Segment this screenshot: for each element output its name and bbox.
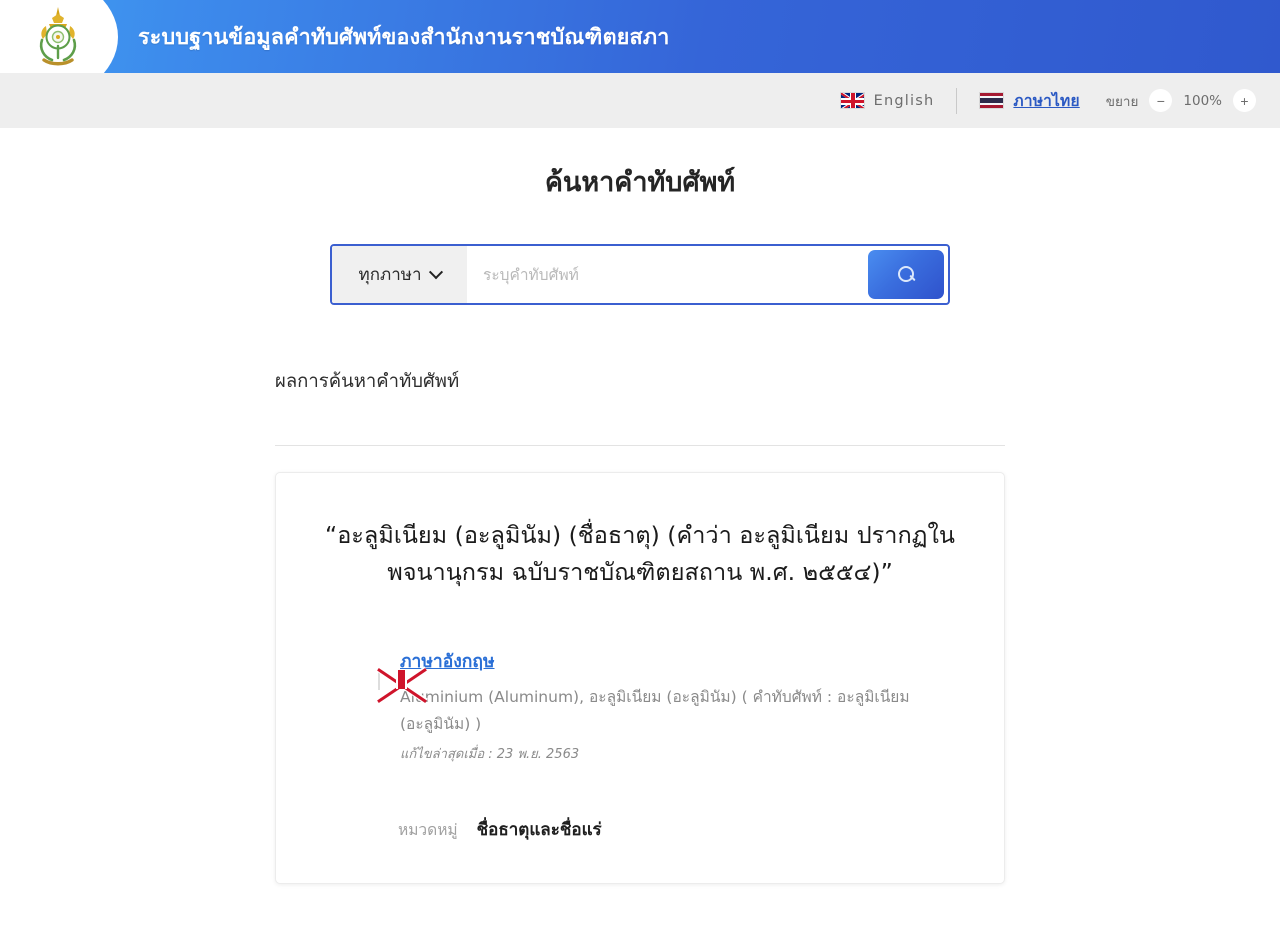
category-label: หมวดหมู่ bbox=[398, 820, 458, 839]
language-option-thai[interactable]: ภาษาไทย bbox=[979, 88, 1080, 113]
search-icon bbox=[897, 266, 915, 283]
entry-updated-date: แก้ไขล่าสุดเมื่อ : 23 พ.ย. 2563 bbox=[400, 746, 580, 762]
zoom-out-button[interactable]: − bbox=[1149, 89, 1173, 112]
language-filter-dropdown[interactable]: ทุกภาษา bbox=[332, 246, 467, 303]
uk-flag-icon bbox=[376, 666, 428, 704]
zoom-in-button[interactable]: + bbox=[1233, 89, 1256, 112]
search-button[interactable] bbox=[868, 250, 944, 299]
thai-flag-icon bbox=[979, 92, 1005, 109]
zoom-label: ขยาย bbox=[1105, 93, 1139, 110]
entry-definition: Aluminium (Aluminum), อะลูมิเนียม (อะลูม… bbox=[400, 688, 910, 734]
entry-title: “อะลูมิเนียม (อะลูมินัม) (ชื่อธาตุ) (คำว… bbox=[325, 521, 955, 587]
entry-flag-wrap bbox=[376, 647, 428, 763]
language-bar: English ภาษาไทย ขยาย − 100% + bbox=[0, 73, 1280, 128]
entry-language-link[interactable]: ภาษาอังกฤษ bbox=[400, 647, 495, 675]
page-title: ค้นหาคำทับศัพท์ bbox=[544, 167, 736, 198]
results-heading: ผลการค้นหาคำทับศัพท์ bbox=[275, 371, 460, 392]
search-box: ทุกภาษา bbox=[330, 244, 950, 305]
search-section: ทุกภาษา bbox=[0, 244, 1280, 305]
header-title: ระบบฐานข้อมูลคำทับศัพท์ของสำนักงานราชบัณ… bbox=[138, 24, 670, 50]
search-input[interactable] bbox=[467, 246, 868, 303]
royal-society-emblem-icon bbox=[22, 4, 94, 70]
language-filter-label: ทุกภาษา bbox=[358, 265, 422, 285]
results-section: ผลการค้นหาคำทับศัพท์ “อะลูมิเนียม (อะลูม… bbox=[275, 305, 1005, 884]
chevron-down-icon bbox=[428, 264, 443, 279]
category-value[interactable]: ชื่อธาตุและชื่อแร่ bbox=[477, 816, 602, 843]
entry-body: ภาษาอังกฤษ Aluminium (Aluminum), อะลูมิเ… bbox=[322, 647, 958, 763]
results-divider bbox=[275, 445, 1005, 446]
language-option-english[interactable]: English bbox=[839, 92, 935, 109]
language-separator bbox=[956, 87, 958, 114]
uk-flag-icon bbox=[839, 92, 865, 109]
zoom-controls: ขยาย − 100% + bbox=[1106, 89, 1256, 112]
entry-text: ภาษาอังกฤษ Aluminium (Aluminum), อะลูมิเ… bbox=[400, 647, 958, 763]
zoom-percent: 100% bbox=[1183, 92, 1222, 109]
language-option-thai-label: ภาษาไทย bbox=[1013, 92, 1080, 110]
page-content: ค้นหาคำทับศัพท์ ทุกภาษา ผลการค้นหาคำทับศ… bbox=[0, 128, 1280, 884]
site-header: ระบบฐานข้อมูลคำทับศัพท์ของสำนักงานราชบัณ… bbox=[0, 0, 1280, 73]
entry-category-row: หมวดหมู่ ชื่อธาตุและชื่อแร่ bbox=[322, 816, 958, 843]
language-option-english-label: English bbox=[873, 92, 935, 109]
result-card: “อะลูมิเนียม (อะลูมินัม) (ชื่อธาตุ) (คำว… bbox=[275, 472, 1005, 884]
